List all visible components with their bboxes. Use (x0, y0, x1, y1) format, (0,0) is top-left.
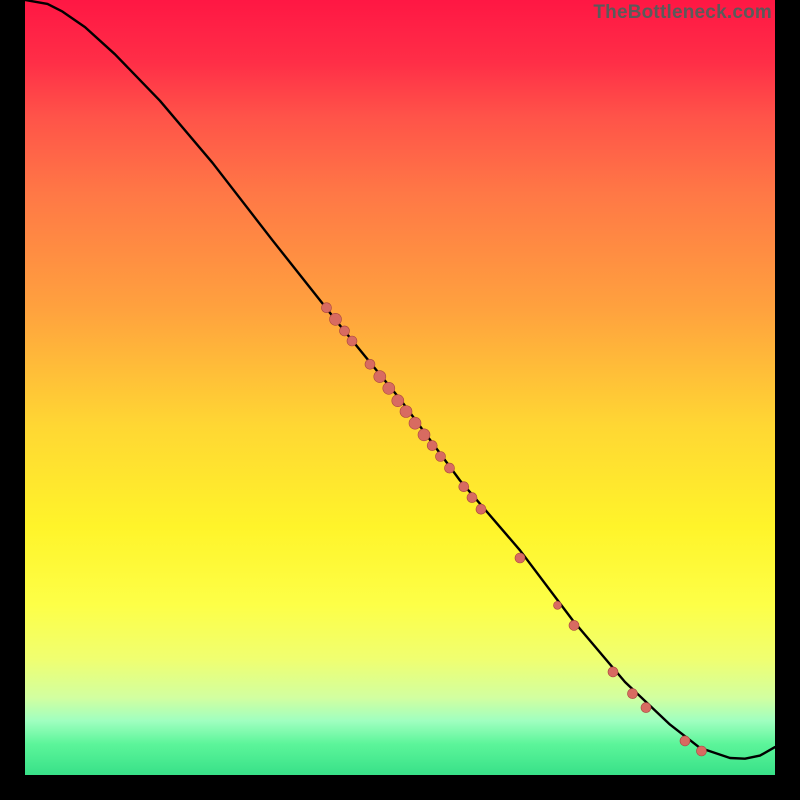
dots-layer (322, 303, 707, 756)
data-point (554, 601, 562, 609)
data-point (330, 313, 342, 325)
data-point (409, 417, 421, 429)
data-point (436, 452, 446, 462)
watermark-text: TheBottleneck.com (593, 2, 772, 24)
data-point (392, 395, 404, 407)
data-point (680, 736, 690, 746)
data-point (418, 429, 430, 441)
data-point (347, 336, 357, 346)
bottleneck-curve (25, 0, 775, 759)
data-point (383, 382, 395, 394)
data-point (476, 504, 486, 514)
data-point (515, 553, 525, 563)
data-point (400, 406, 412, 418)
data-point (365, 359, 375, 369)
curve-layer (25, 0, 775, 759)
data-point (641, 703, 651, 713)
data-point (322, 303, 332, 313)
data-point (340, 326, 350, 336)
data-point (697, 746, 707, 756)
data-point (459, 482, 469, 492)
data-point (608, 667, 618, 677)
data-point (374, 371, 386, 383)
data-point (467, 493, 477, 503)
chart-svg (0, 0, 800, 800)
data-point (427, 441, 437, 451)
data-point (445, 463, 455, 473)
data-point (628, 689, 638, 699)
data-point (569, 620, 579, 630)
